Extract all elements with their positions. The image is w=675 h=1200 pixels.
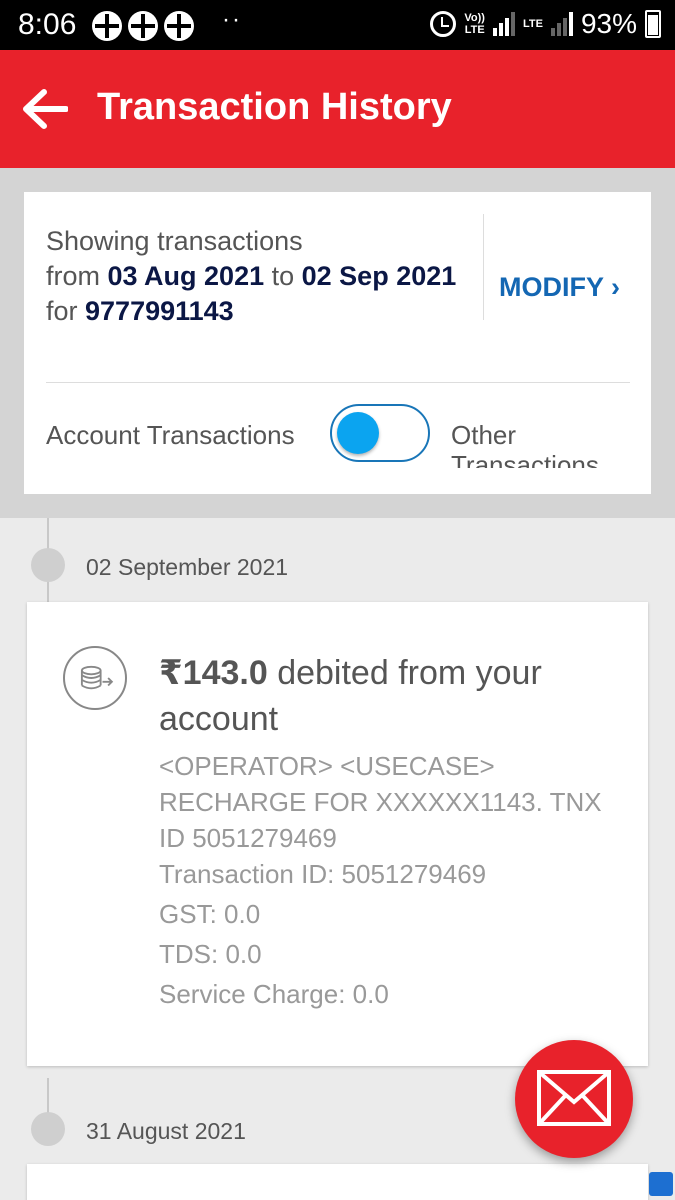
app-notification-icon <box>128 11 158 41</box>
timeline-dot <box>31 548 65 582</box>
transaction-card[interactable]: ₹143.0 debited from your account <OPERAT… <box>27 602 648 1066</box>
volte-icon: Vo)) LTE <box>464 12 485 36</box>
transaction-type-toggle[interactable] <box>330 404 430 462</box>
transaction-summary: ₹143.0 debited from your account <box>159 650 629 742</box>
lte-data-icon: LTE <box>522 18 543 30</box>
phone-number: 9777991143 <box>85 296 234 326</box>
timeline-dot <box>31 1112 65 1146</box>
transaction-id: Transaction ID: 5051279469 <box>159 859 487 889</box>
divider <box>483 214 484 320</box>
transaction-card[interactable] <box>27 1164 648 1200</box>
transaction-description: <OPERATOR> <USECASE> RECHARGE FOR XXXXXX… <box>159 751 602 853</box>
page-title: Transaction History <box>97 86 452 128</box>
filter-card: Showing transactions from 03 Aug 2021 to… <box>24 192 651 494</box>
toggle-knob <box>337 412 379 454</box>
filter-line1: Showing transactions <box>46 226 303 256</box>
account-transactions-label[interactable]: Account Transactions <box>46 420 295 451</box>
more-notifications-icon: ·· <box>222 6 242 33</box>
date-header: 31 August 2021 <box>86 1118 246 1144</box>
transaction-tds: TDS: 0.0 <box>159 939 262 969</box>
to-date: 02 Sep 2021 <box>301 261 457 291</box>
filter-summary: Showing transactions from 03 Aug 2021 to… <box>46 224 466 329</box>
arrow-left-icon[interactable] <box>22 88 68 130</box>
coins-transfer-icon <box>63 646 127 710</box>
signal-icon <box>492 12 515 36</box>
from-date: 03 Aug 2021 <box>107 261 265 291</box>
signal-icon-2 <box>550 12 573 36</box>
for-prefix: for <box>46 296 86 326</box>
transaction-service-charge: Service Charge: 0.0 <box>159 979 389 1009</box>
app-bar: Transaction History <box>0 50 675 168</box>
modify-button[interactable]: MODIFY › <box>499 272 620 303</box>
notification-icons <box>92 11 194 41</box>
battery-icon <box>645 10 661 38</box>
battery-percent: 93% <box>580 8 637 39</box>
status-right: Vo)) LTE LTE 93% <box>430 8 661 40</box>
mail-icon <box>537 1070 611 1126</box>
status-time: 8:06 <box>18 8 77 41</box>
app-notification-icon <box>164 11 194 41</box>
filter-section: Showing transactions from 03 Aug 2021 to… <box>0 168 675 518</box>
alarm-icon <box>430 11 457 37</box>
overlay-badge-icon <box>649 1172 673 1196</box>
date-header: 02 September 2021 <box>86 554 289 580</box>
to-word: to <box>264 261 302 291</box>
mail-fab-button[interactable] <box>515 1040 633 1158</box>
other-transactions-label[interactable]: Other Transactions <box>451 420 651 468</box>
transaction-gst: GST: 0.0 <box>159 899 261 929</box>
from-prefix: from <box>46 261 108 291</box>
transaction-amount: ₹143.0 <box>159 654 268 692</box>
divider <box>46 382 630 383</box>
status-bar: 8:06 ·· Vo)) LTE LTE 93% <box>0 0 675 50</box>
app-notification-icon <box>92 11 122 41</box>
